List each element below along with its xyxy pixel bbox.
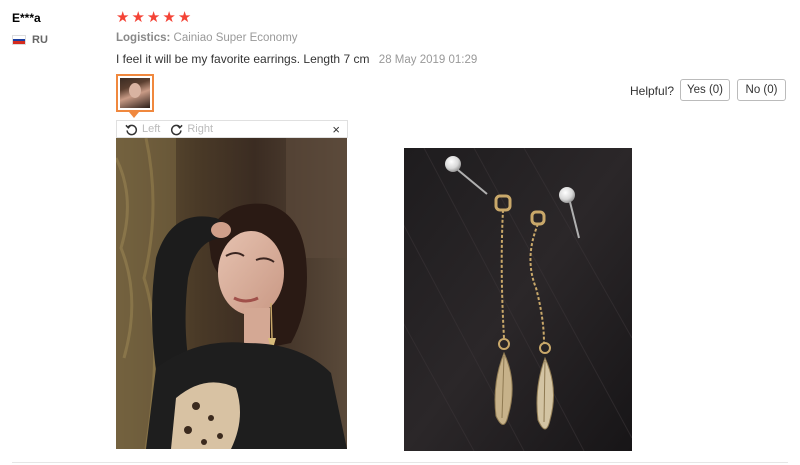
reviewer-name: E***a: [12, 11, 41, 25]
review-divider: [12, 462, 788, 463]
thumbnail-image: [120, 78, 150, 108]
helpful-label: Helpful?: [630, 84, 675, 98]
review-content: I feel it will be my favorite earrings. …: [116, 52, 477, 66]
review-photo-earrings: [404, 148, 632, 451]
rotate-left-label: Left: [142, 123, 161, 135]
image-viewer-toolbar: Left Right ×: [116, 120, 348, 138]
review-photo-large: [116, 138, 347, 449]
rotate-right-button[interactable]: Right: [170, 123, 213, 136]
star-icon: ★: [131, 9, 145, 26]
thumbnail-selected-caret: [129, 112, 139, 118]
helpful-no-button[interactable]: No (0): [737, 79, 786, 101]
rotate-left-icon: [125, 124, 138, 135]
country-code: RU: [32, 34, 48, 46]
review-date: 28 May 2019 01:29: [378, 54, 478, 66]
review-photo-thumbnail[interactable]: [116, 74, 154, 112]
logistics-value: Cainiao Super Economy: [173, 32, 298, 44]
star-icon: ★: [146, 9, 161, 26]
rotate-right-label: Right: [187, 123, 214, 135]
star-rating: ★ ★ ★ ★ ★: [116, 10, 191, 25]
star-icon: ★: [162, 9, 176, 26]
russia-flag-icon: [12, 35, 26, 45]
logistics-info: Logistics: Cainiao Super Economy: [116, 32, 298, 44]
rotate-left-button[interactable]: Left: [125, 123, 160, 136]
star-icon: ★: [116, 9, 130, 26]
helpful-yes-button[interactable]: Yes (0): [680, 79, 730, 101]
reviewer-country: RU: [12, 34, 48, 46]
review-text: I feel it will be my favorite earrings. …: [116, 52, 370, 66]
close-viewer-icon[interactable]: ×: [332, 122, 340, 137]
star-icon: ★: [177, 9, 192, 26]
logistics-label: Logistics:: [116, 32, 171, 44]
rotate-right-icon: [171, 124, 183, 135]
